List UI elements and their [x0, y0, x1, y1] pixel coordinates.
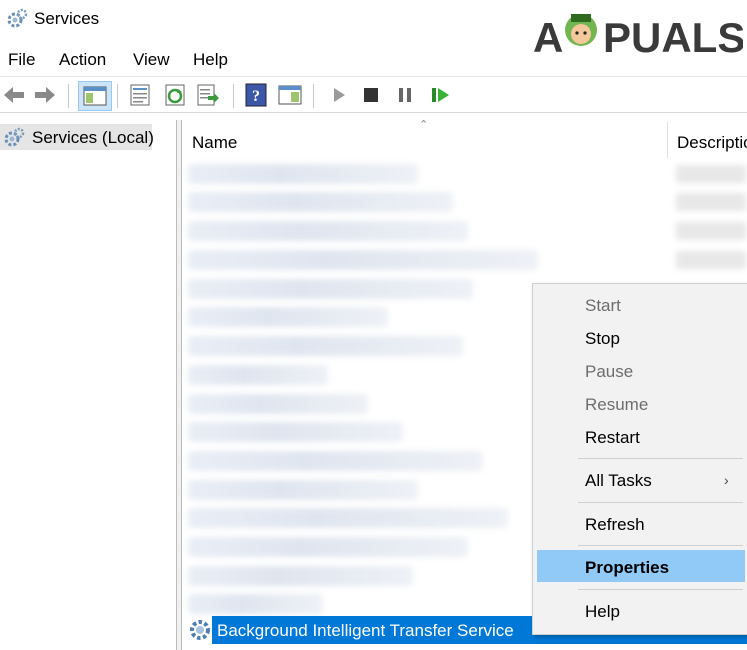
- pane-splitter[interactable]: [177, 120, 182, 650]
- row-description: [676, 251, 746, 269]
- show-hide-tree-button[interactable]: [78, 81, 112, 111]
- row-description: [676, 193, 746, 211]
- table-row[interactable]: [188, 365, 328, 385]
- show-hide-tree-icon: [83, 86, 107, 106]
- gears-icon: [4, 127, 25, 147]
- service-name: Background Intelligent Transfer Service: [217, 621, 514, 640]
- menu-separator: [578, 545, 743, 546]
- row-description: [676, 222, 746, 240]
- table-row[interactable]: [188, 394, 368, 414]
- menu-item-restart[interactable]: Restart: [585, 428, 640, 448]
- menu-bar: File Action View Help: [0, 46, 747, 74]
- stop-service-icon[interactable]: [359, 83, 383, 107]
- menu-item-all-tasks[interactable]: All Tasks: [585, 471, 652, 491]
- console-tree-pane: [0, 120, 177, 650]
- table-row[interactable]: [188, 451, 483, 471]
- column-divider[interactable]: [667, 122, 668, 158]
- svg-text:?: ?: [252, 88, 260, 105]
- gears-icon: [7, 8, 28, 28]
- menu-item-stop[interactable]: Stop: [585, 329, 620, 349]
- table-row[interactable]: [188, 307, 388, 327]
- menu-item-start[interactable]: Start: [585, 296, 621, 316]
- menu-item-help[interactable]: Help: [585, 602, 620, 622]
- export-list-icon[interactable]: [196, 83, 220, 107]
- menu-divider: [0, 76, 747, 77]
- menu-separator: [578, 458, 743, 459]
- table-row[interactable]: [188, 250, 538, 270]
- row-description: [676, 165, 746, 183]
- menu-view[interactable]: View: [133, 50, 170, 70]
- table-row[interactable]: [188, 192, 453, 212]
- toolbar: ?: [0, 78, 747, 112]
- table-row[interactable]: [188, 480, 418, 500]
- table-row[interactable]: [188, 594, 323, 614]
- pause-service-icon[interactable]: [393, 83, 417, 107]
- properties-icon[interactable]: [128, 83, 152, 107]
- menu-separator: [578, 589, 743, 590]
- menu-item-pause[interactable]: Pause: [585, 362, 633, 382]
- table-row[interactable]: [188, 336, 463, 356]
- show-action-pane-icon[interactable]: [278, 83, 302, 107]
- table-row[interactable]: [188, 422, 403, 442]
- toolbar-divider: [0, 112, 747, 113]
- menu-separator: [578, 502, 743, 503]
- table-row[interactable]: [188, 508, 508, 528]
- window-title: Services: [34, 9, 100, 28]
- menu-item-resume[interactable]: Resume: [585, 395, 648, 415]
- menu-item-refresh[interactable]: Refresh: [585, 515, 645, 535]
- back-arrow-icon[interactable]: [2, 83, 26, 107]
- menu-action[interactable]: Action: [59, 50, 106, 70]
- forward-arrow-icon[interactable]: [33, 83, 57, 107]
- table-row[interactable]: [188, 566, 413, 586]
- menu-help[interactable]: Help: [193, 50, 228, 70]
- table-row[interactable]: [188, 537, 468, 557]
- toolbar-separator: [313, 84, 314, 108]
- chevron-right-icon: ›: [724, 472, 729, 488]
- toolbar-separator: [233, 84, 234, 108]
- context-menu: [532, 283, 747, 635]
- tree-label: Services (Local): [32, 128, 154, 147]
- toolbar-separator: [68, 84, 69, 108]
- table-row[interactable]: [188, 164, 418, 184]
- sort-ascending-icon: ⌃: [419, 119, 429, 131]
- table-row[interactable]: [188, 279, 473, 299]
- resume-service-icon[interactable]: [428, 83, 452, 107]
- help-icon[interactable]: ?: [244, 83, 268, 107]
- toolbar-separator: [117, 84, 118, 108]
- menu-file[interactable]: File: [8, 50, 35, 70]
- column-header-description[interactable]: Descriptio: [677, 133, 747, 153]
- column-header-name[interactable]: Name: [192, 133, 237, 153]
- start-service-icon[interactable]: [327, 83, 351, 107]
- menu-item-properties[interactable]: Properties: [585, 558, 669, 578]
- gear-icon: [190, 620, 210, 640]
- table-row[interactable]: [188, 221, 468, 241]
- refresh-icon[interactable]: [163, 83, 187, 107]
